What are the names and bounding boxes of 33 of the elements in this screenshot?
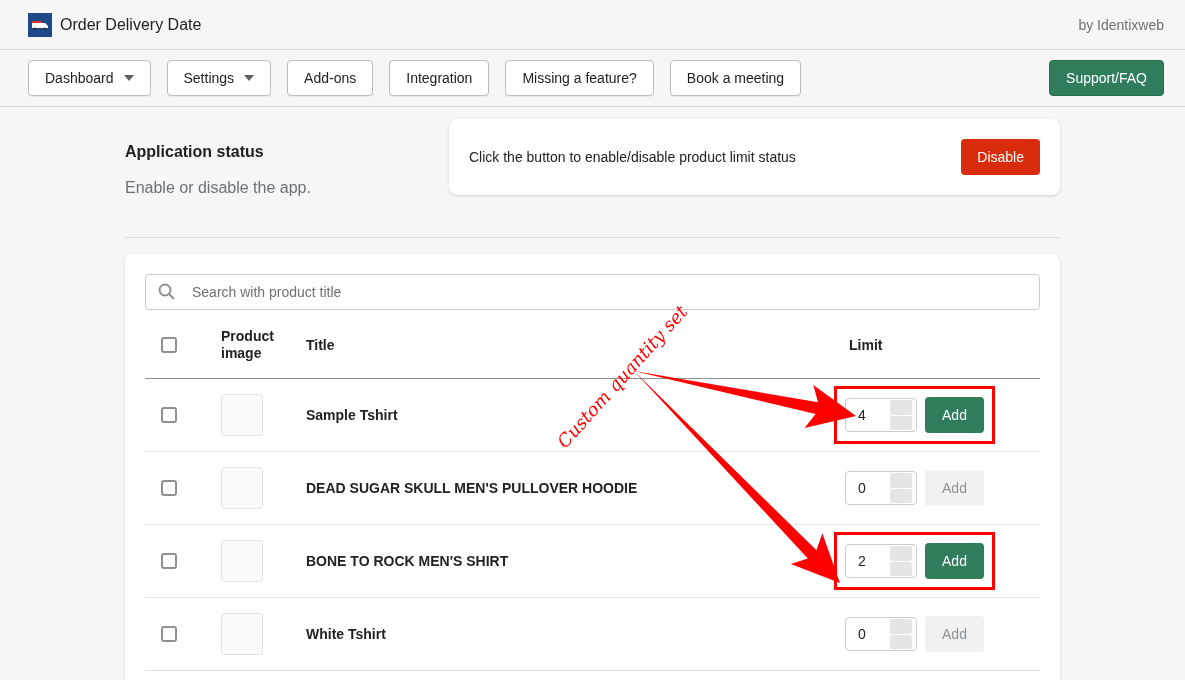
product-photo-placeholder (221, 540, 263, 582)
limit-input[interactable]: 4 (845, 398, 917, 432)
product-photo-placeholder (221, 394, 263, 436)
column-header: Limit (849, 336, 884, 354)
section-description: Enable or disable the app. (125, 179, 312, 197)
disable-button[interactable]: Disable (961, 139, 1040, 175)
product-title: BONE TO ROCK MEN'S SHIRT (306, 553, 510, 569)
truck-logo-icon (28, 12, 52, 37)
product-photo-placeholder (221, 613, 263, 655)
nav-button[interactable]: Integration (389, 60, 490, 96)
add-button[interactable]: Add (925, 543, 984, 579)
select-all-checkbox[interactable] (161, 337, 177, 353)
add-button[interactable]: Add (925, 397, 984, 433)
nav-button[interactable]: Settings (166, 60, 272, 96)
status-text: Click the button to enable/disable product limit status (469, 149, 796, 165)
product-photo-placeholder (221, 467, 263, 509)
product-title: White Tshirt (306, 626, 387, 642)
nav-button[interactable]: Book a meeting (669, 60, 802, 96)
section-heading: Application status (125, 143, 265, 161)
nav-button[interactable]: Dashboard (28, 60, 151, 96)
app-title: Order Delivery Date (60, 15, 202, 34)
search-icon (157, 282, 177, 302)
vendor-label: by Identixweb (1078, 16, 1164, 33)
nav-button[interactable]: Add-ons (287, 60, 374, 96)
product-title: DEAD SUGAR SKULL MEN'S PULLOVER HOODIE (306, 480, 639, 496)
column-header: Product image (221, 328, 275, 362)
caret-icon (123, 75, 134, 81)
limit-input[interactable]: 2 (845, 544, 917, 578)
caret-icon (244, 75, 255, 81)
support-button[interactable]: Support/FAQ (1049, 60, 1164, 96)
nav-button[interactable]: Missing a feature? (505, 60, 654, 96)
row-checkbox[interactable] (161, 407, 177, 423)
row-checkbox[interactable] (161, 553, 177, 569)
